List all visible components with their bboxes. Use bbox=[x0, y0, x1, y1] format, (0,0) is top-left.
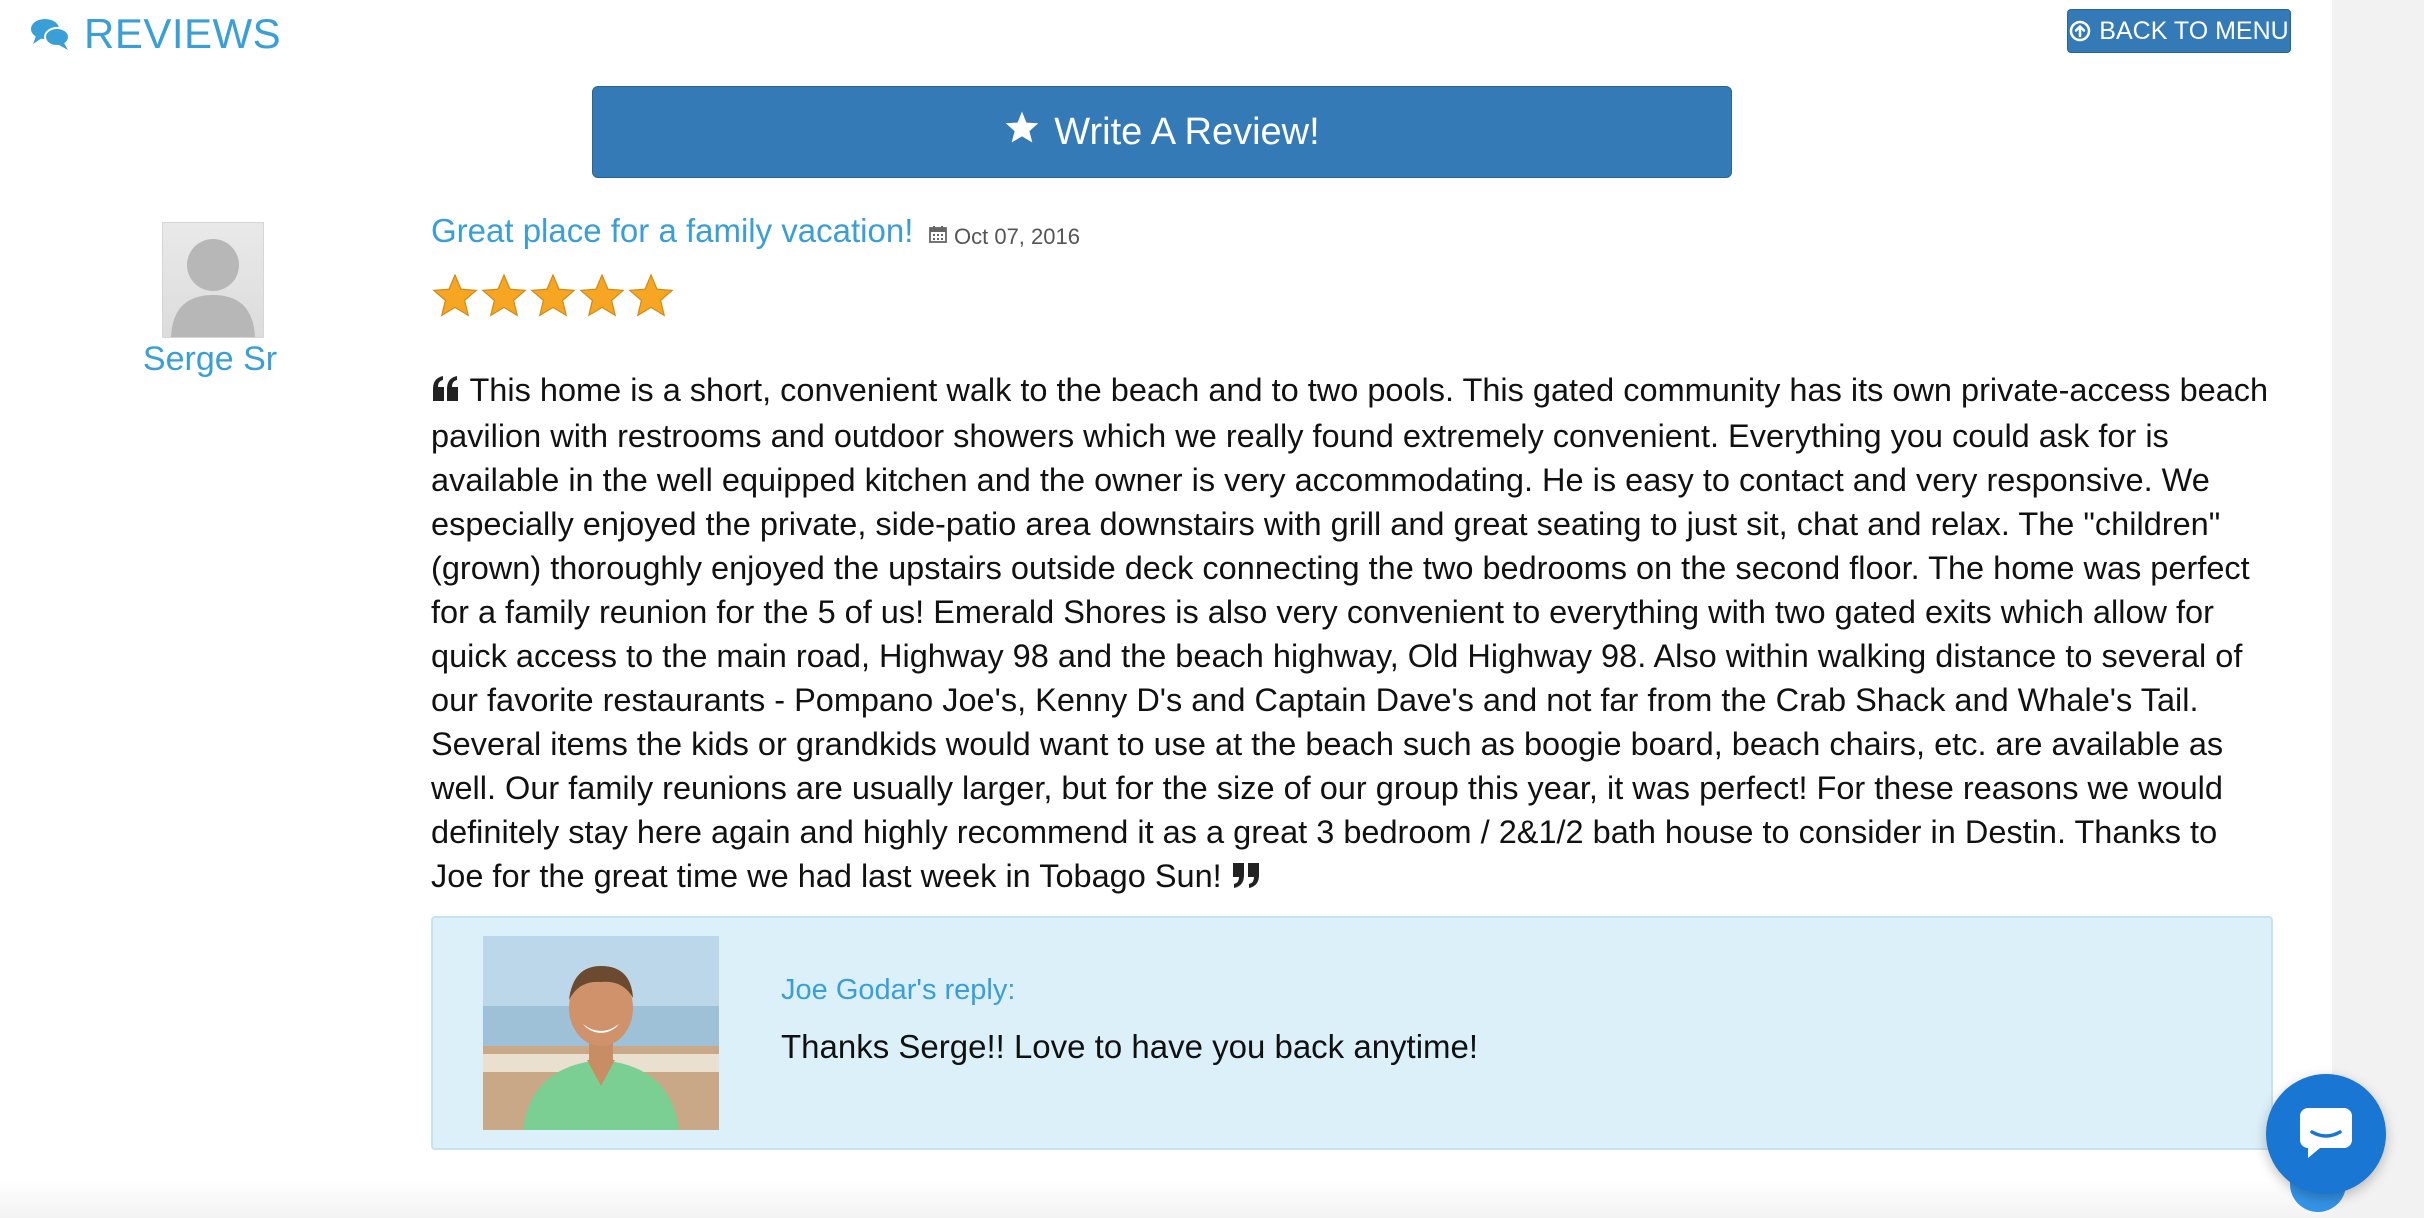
circle-arrow-up-icon bbox=[2069, 20, 2091, 42]
quote-left-icon bbox=[431, 370, 461, 414]
back-to-menu-button[interactable]: BACK TO MENU bbox=[2067, 9, 2291, 53]
reviews-header: REVIEWS bbox=[30, 8, 281, 60]
right-gutter bbox=[2332, 0, 2424, 1218]
quote-right-icon bbox=[1231, 856, 1261, 900]
star-icon bbox=[1004, 110, 1040, 154]
review-date: Oct 07, 2016 bbox=[928, 224, 1080, 250]
write-review-label: Write A Review! bbox=[1054, 110, 1320, 153]
page-bottom-edge bbox=[0, 1180, 2332, 1218]
comments-icon bbox=[30, 17, 70, 51]
review-body: This home is a short, convenient walk to… bbox=[431, 372, 2269, 894]
reviewer-name[interactable]: Serge Sr bbox=[110, 340, 310, 379]
owner-reply: Joe Godar's reply: Thanks Serge!! Love t… bbox=[431, 916, 2273, 1150]
chat-launcher-button[interactable] bbox=[2266, 1074, 2386, 1194]
write-review-button[interactable]: Write A Review! bbox=[592, 86, 1732, 178]
page-title: REVIEWS bbox=[84, 10, 282, 57]
star-icon bbox=[628, 273, 674, 317]
review-title: Great place for a family vacation! bbox=[431, 212, 914, 249]
star-icon bbox=[579, 273, 625, 317]
chat-icon bbox=[2296, 1104, 2356, 1165]
star-rating bbox=[431, 272, 675, 320]
review-date-text: Oct 07, 2016 bbox=[954, 224, 1080, 249]
reviewer-avatar bbox=[162, 222, 264, 338]
calendar-icon bbox=[928, 224, 948, 250]
review-text: This home is a short, convenient walk to… bbox=[431, 368, 2271, 900]
reply-author: Joe Godar's reply: bbox=[781, 974, 1016, 1006]
back-to-menu-label: BACK TO MENU bbox=[2099, 16, 2289, 45]
star-icon bbox=[530, 273, 576, 317]
star-icon bbox=[481, 273, 527, 317]
reply-text: Thanks Serge!! Love to have you back any… bbox=[781, 1028, 1479, 1065]
owner-photo bbox=[483, 936, 719, 1130]
star-icon bbox=[432, 273, 478, 317]
